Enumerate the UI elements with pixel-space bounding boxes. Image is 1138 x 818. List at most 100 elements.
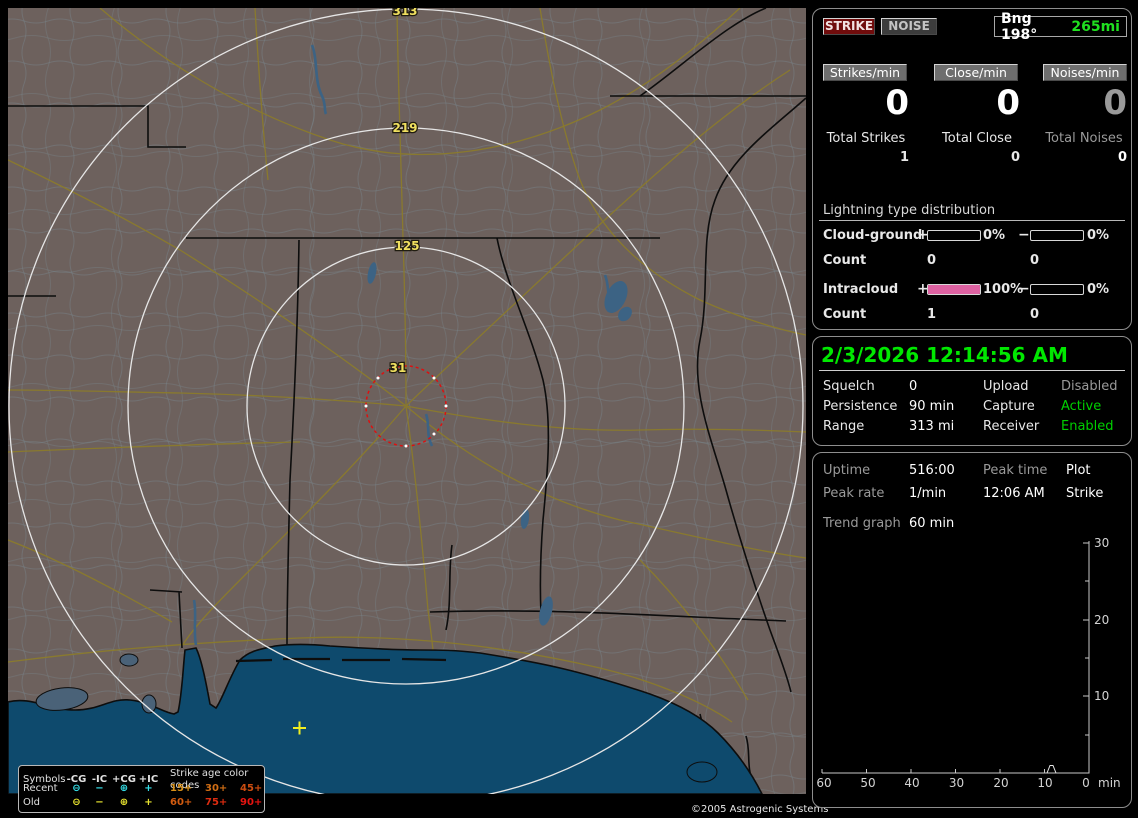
recent-pic-icon: + [144,783,153,794]
uptime-value: 516:00 [909,463,955,478]
noises-per-min-value: 0 [1103,83,1127,123]
trend-spike [1046,765,1057,774]
old-nic-icon: − [95,797,104,808]
bearing-value: Bng 198° [1001,10,1038,43]
ring-label-125: 125 [394,239,419,253]
total-close-label: Total Close [942,131,1012,146]
old-pic-icon: + [144,797,153,808]
lightning-map[interactable]: 313 219 125 31 Symbols -CG -IC +CG +IC S… [7,3,828,818]
recent-nic-icon: − [95,783,104,794]
y-tick-20: 20 [1094,613,1109,627]
capture-label: Capture [983,399,1035,414]
x-tick-60: 60 [816,776,831,790]
noises-per-min-button[interactable]: Noises/min [1043,64,1127,81]
cg-minus-pct: 0% [1087,228,1110,243]
map-legend: Symbols -CG -IC +CG +IC Strike age color… [18,765,265,813]
intracloud-label: Intracloud [823,282,899,297]
cg-plus-pct: 0% [983,228,1006,243]
x-tick-40: 40 [904,776,919,790]
age-90: 90+ [240,797,263,808]
cloud-ground-label: Cloud-ground [823,228,923,243]
noise-toggle-button[interactable]: NOISE [881,18,937,35]
ic-plus-bar [927,284,981,295]
y-tick-30: 30 [1094,536,1109,550]
strike-toggle-button[interactable]: STRIKE [823,18,875,35]
bearing-readout: Bng 198° 265mi [994,11,1127,43]
ic-plus-count: 1 [927,307,937,322]
distribution-title: Lightning type distribution [823,203,996,218]
age-45: 45+ [240,783,263,794]
x-tick-30: 30 [949,776,964,790]
ic-count-label: Count [823,307,867,322]
y-tick-10: 10 [1094,689,1109,703]
range-label: Range [823,419,865,434]
x-tick-50: 50 [860,776,875,790]
upload-label: Upload [983,379,1029,394]
legend-old-label: Old [23,797,40,808]
receiver-label: Receiver [983,419,1040,434]
old-pcg-icon: ⊕ [119,797,129,808]
close-per-min-button[interactable]: Close/min [934,64,1018,81]
trend-y-labels: 30 20 10 [1094,536,1109,703]
x-tick-20: 20 [993,776,1008,790]
bearing-distance-value: 265mi [1071,18,1120,35]
trend-box: Uptime 516:00 Peak time Plot Peak rate 1… [812,452,1132,808]
squelch-value: 0 [909,379,918,394]
persistence-label: Persistence [823,399,898,414]
total-strikes-label: Total Strikes [826,131,906,146]
status-box: 2/3/2026 12:14:56 AM Squelch 0 Upload Di… [812,336,1132,446]
trend-window-value: 60 min [909,516,955,531]
trend-graph-label: Trend graph [823,516,901,531]
peak-time-value: 12:06 AM [983,486,1045,501]
cg-minus-count: 0 [1030,253,1040,268]
persistence-value: 90 min [909,399,955,414]
trend-axes [821,541,1090,774]
uptime-label: Uptime [823,463,871,478]
squelch-label: Squelch [823,379,875,394]
cg-plus-count: 0 [927,253,937,268]
cg-count-label: Count [823,253,867,268]
ring-label-313: 313 [392,8,417,18]
peak-rate-label: Peak rate [823,486,885,501]
range-value: 313 mi [909,419,955,434]
datetime-display: 2/3/2026 12:14:56 AM [821,343,1068,367]
cg-minus-sign: − [1018,227,1030,243]
close-per-min-value: 0 [996,83,1020,123]
ring-label-219: 219 [392,121,417,135]
total-close-value: 0 [1010,150,1020,165]
age-60: 60+ [170,797,193,808]
x-tick-10: 10 [1037,776,1052,790]
recent-ncg-icon: ⊖ [72,783,81,794]
legend-recent-row: Recent ⊖ − ⊕ + 15+ 30+ 45+ [23,782,264,796]
datetime-divider [819,370,1125,371]
legend-recent-label: Recent [23,783,58,794]
cg-minus-bar [1030,230,1084,241]
ring-label-31: 31 [390,361,407,375]
total-strikes-value: 1 [899,150,909,165]
plot-mode-value: Strike [1066,486,1104,501]
strikes-per-min-button[interactable]: Strikes/min [823,64,907,81]
peak-rate-value: 1/min [909,486,947,501]
receiver-status: Enabled [1061,419,1114,434]
ic-minus-pct: 0% [1087,282,1110,297]
legend-header-row: Symbols -CG -IC +CG +IC Strike age color… [23,768,264,791]
trend-graph: 30 20 10 60 50 40 30 20 10 0 min [816,536,1120,790]
strikes-per-min-value: 0 [885,83,909,123]
map-canvas: 313 219 125 31 [7,3,807,804]
trend-x-labels: 60 50 40 30 20 10 0 min [816,776,1120,790]
age-75: 75+ [205,797,228,808]
copyright-text: ©2005 Astrogenic Systems [691,801,828,818]
old-ncg-icon: ⊖ [72,797,81,808]
ic-minus-sign: − [1018,281,1030,297]
ic-minus-count: 0 [1030,307,1040,322]
total-noises-value: 0 [1117,150,1127,165]
cg-plus-bar [927,230,981,241]
strike-stats-box: STRIKE NOISE Bng 198° 265mi Strikes/min … [812,8,1132,330]
total-noises-label: Total Noises [1045,131,1123,146]
distribution-divider [819,220,1125,221]
age-30: 30+ [205,783,228,794]
recent-pcg-icon: ⊕ [119,783,129,794]
age-15: 15+ [170,783,193,794]
capture-status: Active [1061,399,1102,414]
peak-time-label: Peak time [983,463,1048,478]
